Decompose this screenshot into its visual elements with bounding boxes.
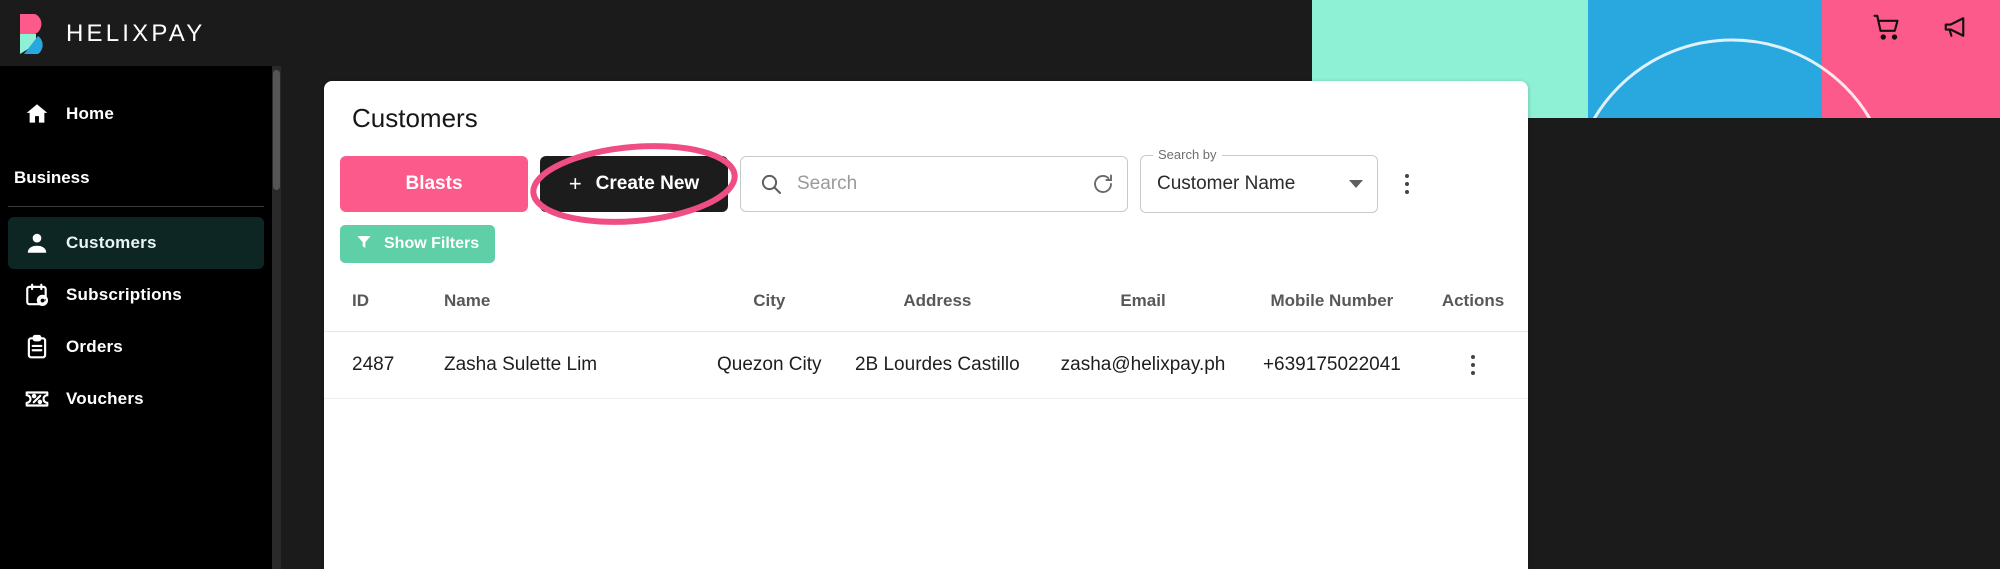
column-header-address: Address [834,279,1041,332]
sidebar-scrollbar[interactable] [272,66,281,569]
show-filters-label: Show Filters [384,235,480,252]
cell-city: Quezon City [704,331,835,399]
column-header-id: ID [324,279,444,332]
kebab-menu-icon [1405,174,1409,194]
sidebar-item-orders[interactable]: Orders [8,321,264,373]
show-filters-button[interactable]: Show Filters [340,225,496,263]
more-options-button[interactable] [1386,161,1428,207]
sidebar-item-label: Customers [66,233,157,252]
sidebar-item-label: Vouchers [66,389,144,408]
sidebar-item-vouchers[interactable]: Vouchers [8,373,264,425]
search-icon [759,172,783,196]
table-header-row: ID Name City Address Email Mobile Number… [324,279,1528,332]
column-header-mobile: Mobile Number [1245,279,1418,332]
ticket-percent-icon [8,386,66,412]
calendar-refresh-icon [8,282,66,308]
cell-address: 2B Lourdes Castillo [834,331,1041,399]
customers-panel: Customers Blasts + Create New Search Sea… [324,81,1528,569]
home-icon [8,101,66,127]
table-row[interactable]: 2487 Zasha Sulette Lim Quezon City 2B Lo… [324,331,1528,399]
sidebar-item-label: Subscriptions [66,285,182,304]
column-header-name: Name [444,279,704,332]
sidebar-menu: Customers Subscriptions Orders Vouchers [0,217,272,425]
sidebar: Home Business Customers Subscriptions Or… [0,66,272,569]
search-input[interactable] [797,173,1079,195]
sidebar-item-customers[interactable]: Customers [8,217,264,269]
cell-actions[interactable] [1418,331,1528,399]
sidebar-item-home[interactable]: Home [8,88,264,140]
column-header-actions: Actions [1418,279,1528,332]
sidebar-divider [8,206,264,207]
cell-name: Zasha Sulette Lim [444,331,704,399]
column-header-email: Email [1040,279,1246,332]
refresh-icon[interactable] [1079,157,1127,211]
blasts-button[interactable]: Blasts [340,156,528,212]
controls-row: Blasts + Create New Search Search by Cus… [340,143,1428,225]
shopping-cart-icon[interactable] [1870,10,1904,44]
create-new-label: Create New [595,173,700,194]
funnel-icon [356,234,372,255]
search-by-select[interactable]: Search by Customer Name [1140,147,1378,213]
plus-icon: + [568,171,582,196]
brand-logo[interactable]: HELIXPAY [18,12,205,56]
search-by-value: Customer Name [1157,173,1296,194]
search-field[interactable] [740,156,1128,212]
sidebar-item-label: Orders [66,337,123,356]
cell-id: 2487 [324,331,444,399]
helixpay-logo-mark [18,12,50,56]
create-new-wrapper: + Create New [530,143,738,225]
row-kebab-menu-icon[interactable] [1418,355,1528,375]
cell-mobile: +639175022041 [1245,331,1418,399]
sidebar-scrollbar-thumb[interactable] [273,70,280,190]
sidebar-item-subscriptions[interactable]: Subscriptions [8,269,264,321]
cell-email: zasha@helixpay.ph [1040,331,1246,399]
create-new-button[interactable]: + Create New [540,156,728,212]
clipboard-icon [8,334,66,360]
megaphone-icon[interactable] [1940,10,1974,44]
chevron-down-icon[interactable] [1349,180,1363,188]
page-title: Customers [352,103,478,133]
customers-table: ID Name City Address Email Mobile Number… [324,279,1528,399]
search-by-label: Search by [1153,147,1222,162]
column-header-city: City [704,279,835,332]
app-root: HELIXPAY Home Business Customers Subscri… [0,0,2000,569]
topbar-actions [1870,10,1974,44]
person-icon [8,230,66,256]
sidebar-item-label: Home [66,104,115,123]
brand-name: HELIXPAY [66,20,206,47]
sidebar-section-title: Business [14,168,90,187]
